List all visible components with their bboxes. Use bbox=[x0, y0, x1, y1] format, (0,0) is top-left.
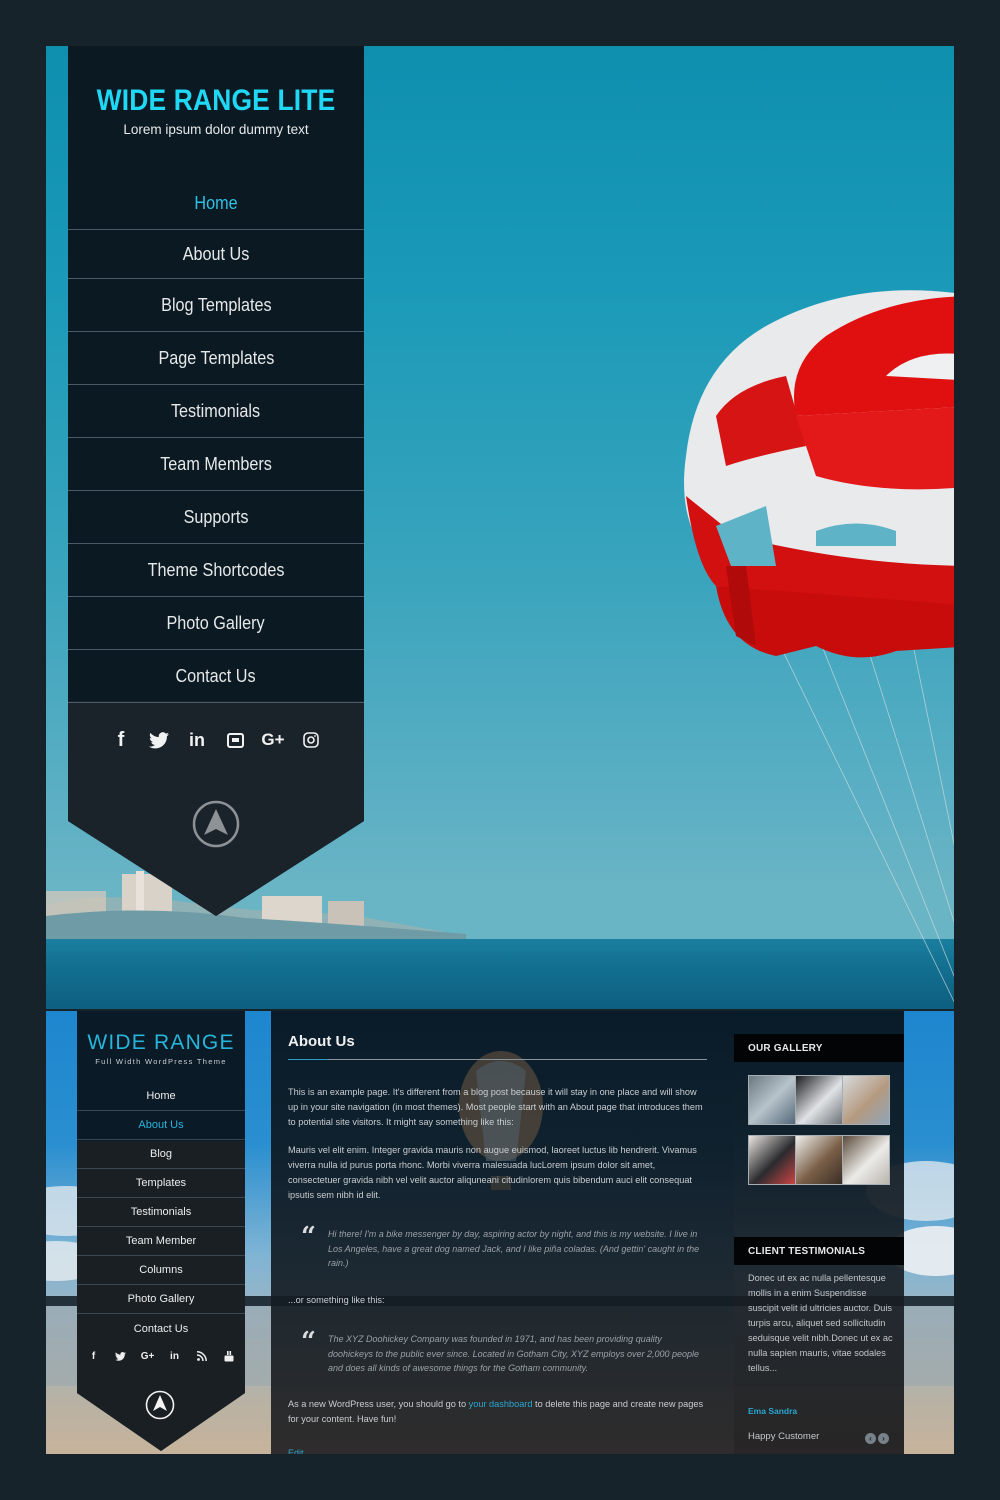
between-text: ...or something like this: bbox=[288, 1295, 385, 1305]
scroll-up-icon[interactable] bbox=[145, 1390, 175, 1420]
nav-item-blog-templates[interactable]: Blog Templates bbox=[68, 279, 364, 332]
top-sidebar-panel: WIDE RANGE LITE Lorem ipsum dolor dummy … bbox=[68, 46, 364, 916]
facebook-icon[interactable]: f bbox=[87, 1349, 100, 1363]
testimonial-author: Ema Sandra bbox=[748, 1406, 798, 1416]
google-plus-icon[interactable]: G+ bbox=[261, 728, 285, 752]
gallery-thumb[interactable] bbox=[749, 1136, 795, 1184]
nav-item-team-members[interactable]: Team Members bbox=[68, 438, 364, 491]
outro-paragraph: As a new WordPress user, you should go t… bbox=[288, 1399, 704, 1424]
nav-item-columns[interactable]: Columns bbox=[77, 1256, 245, 1285]
nav-item-photo-gallery[interactable]: Photo Gallery bbox=[77, 1285, 245, 1314]
nav-item-about-us[interactable]: About Us bbox=[77, 1111, 245, 1140]
gallery-thumb[interactable] bbox=[843, 1136, 889, 1184]
page-content: About Us This is an example page. It's d… bbox=[271, 1011, 734, 1454]
page-title: About Us bbox=[288, 1033, 355, 1050]
edit-link[interactable]: Edit bbox=[288, 1448, 304, 1454]
nav-item-theme-shortcodes[interactable]: Theme Shortcodes bbox=[68, 544, 364, 597]
twitter-icon[interactable] bbox=[147, 728, 171, 752]
youtube-icon[interactable] bbox=[223, 728, 247, 752]
social-links: f G+ in bbox=[77, 1349, 245, 1363]
testimonial-text: Donec ut ex ac nulla pellentesque mollis… bbox=[748, 1273, 893, 1373]
nav-item-home[interactable]: Home bbox=[77, 1082, 245, 1111]
main-navigation: Home About Us Blog Templates Testimonial… bbox=[77, 1082, 245, 1343]
main-navigation: Home About Us Blog Templates Page Templa… bbox=[68, 178, 364, 703]
dashboard-link[interactable]: your dashboard bbox=[469, 1399, 533, 1409]
arrow-right-circle-icon[interactable]: › bbox=[878, 1433, 889, 1444]
quote-icon: “ bbox=[301, 1327, 316, 1357]
nav-item-contact-us[interactable]: Contact Us bbox=[68, 650, 364, 703]
parachute-image bbox=[684, 290, 954, 1003]
intro-paragraph: This is an example page. It's different … bbox=[288, 1087, 703, 1127]
rss-icon[interactable] bbox=[195, 1349, 208, 1363]
instagram-icon[interactable] bbox=[299, 728, 323, 752]
nav-item-contact-us[interactable]: Contact Us bbox=[77, 1314, 245, 1343]
nav-item-page-templates[interactable]: Page Templates bbox=[68, 332, 364, 385]
testimonial-nav: ‹ › bbox=[865, 1433, 889, 1444]
nav-item-photo-gallery[interactable]: Photo Gallery bbox=[68, 597, 364, 650]
theme-preview-bottom: WIDE RANGE Full Width WordPress Theme Ho… bbox=[46, 1011, 954, 1454]
social-links: f in G+ bbox=[68, 728, 364, 752]
nav-item-blog[interactable]: Blog bbox=[77, 1140, 245, 1169]
gallery-widget-title: OUR GALLERY bbox=[734, 1034, 904, 1062]
widget-sidebar: OUR GALLERY CLIENT TESTIMONIALS Donec ut… bbox=[734, 1011, 904, 1454]
testimonials-widget-title: CLIENT TESTIMONIALS bbox=[734, 1237, 904, 1265]
theme-preview-top: WIDE RANGE LITE Lorem ipsum dolor dummy … bbox=[46, 46, 954, 1009]
bottom-sidebar-panel: WIDE RANGE Full Width WordPress Theme Ho… bbox=[77, 1011, 245, 1454]
site-title[interactable]: WIDE RANGE bbox=[77, 1031, 245, 1055]
site-tagline: Full Width WordPress Theme bbox=[95, 1057, 227, 1066]
title-divider bbox=[288, 1059, 707, 1060]
nav-item-about-us[interactable]: About Us bbox=[68, 230, 364, 279]
testimonial-role: Happy Customer bbox=[748, 1431, 820, 1442]
nav-item-templates[interactable]: Templates bbox=[77, 1169, 245, 1198]
facebook-icon[interactable]: f bbox=[109, 728, 133, 752]
gallery-row bbox=[748, 1135, 890, 1185]
nav-item-testimonials[interactable]: Testimonials bbox=[68, 385, 364, 438]
body-paragraph: Mauris vel elit enim. Integer gravida ma… bbox=[288, 1145, 697, 1200]
gallery-thumb[interactable] bbox=[796, 1076, 842, 1124]
scroll-up-icon[interactable] bbox=[192, 800, 240, 848]
gallery-row bbox=[748, 1075, 890, 1125]
nav-item-supports[interactable]: Supports bbox=[68, 491, 364, 544]
nav-item-testimonials[interactable]: Testimonials bbox=[77, 1198, 245, 1227]
arrow-left-circle-icon[interactable]: ‹ bbox=[865, 1433, 876, 1444]
youtube-icon[interactable] bbox=[222, 1349, 235, 1363]
linkedin-icon[interactable]: in bbox=[168, 1349, 181, 1363]
gallery-thumb[interactable] bbox=[843, 1076, 889, 1124]
site-title[interactable]: WIDE RANGE LITE bbox=[86, 84, 346, 118]
quote-icon: “ bbox=[301, 1222, 316, 1252]
gallery-thumb[interactable] bbox=[749, 1076, 795, 1124]
linkedin-icon[interactable]: in bbox=[185, 728, 209, 752]
google-plus-icon[interactable]: G+ bbox=[141, 1349, 155, 1363]
nav-item-home[interactable]: Home bbox=[68, 178, 364, 230]
twitter-icon[interactable] bbox=[114, 1349, 127, 1363]
site-tagline: Lorem ipsum dolor dummy text bbox=[123, 122, 309, 137]
gallery-thumb[interactable] bbox=[796, 1136, 842, 1184]
nav-item-team-member[interactable]: Team Member bbox=[77, 1227, 245, 1256]
